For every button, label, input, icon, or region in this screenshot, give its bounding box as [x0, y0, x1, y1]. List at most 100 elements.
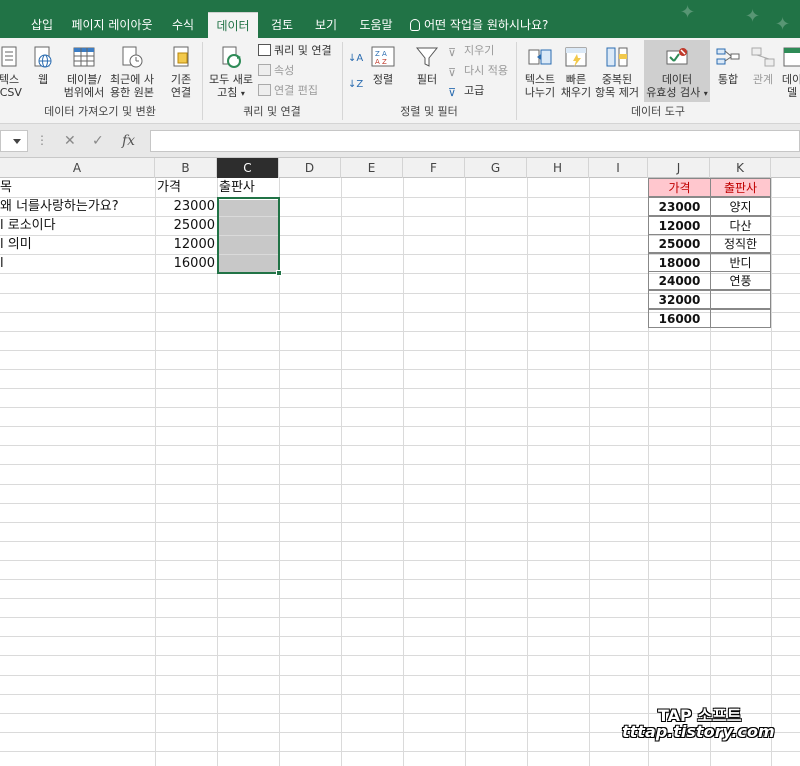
cell-b2[interactable]: 23000 — [155, 197, 217, 216]
cell-c1[interactable]: 출판사 — [219, 178, 279, 197]
cell-b3[interactable]: 25000 — [155, 216, 217, 235]
recent-sources-button[interactable]: 최근에 사 용한 원본 — [108, 44, 156, 99]
column-header-a[interactable]: A — [0, 158, 155, 178]
formula-input[interactable] — [150, 130, 800, 152]
lookup-header-price[interactable]: 가격 — [648, 178, 711, 197]
cell-b1[interactable]: 가격 — [157, 178, 217, 197]
consolidate-button[interactable]: 통합 — [712, 44, 744, 86]
clear-filter-button[interactable]: ⊽ 지우기 — [448, 42, 494, 60]
from-text-label-1: 텍스 — [0, 73, 20, 86]
recent-sources-label-2: 용한 원본 — [110, 86, 154, 99]
tab-help[interactable]: 도움말 — [352, 12, 400, 38]
cell-a2[interactable]: 왜 너를사랑하는가요? — [0, 197, 155, 216]
sort-az-button[interactable]: ↓A — [348, 50, 363, 68]
lookup-price-cell[interactable]: 23000 — [648, 197, 711, 216]
gridline-horizontal — [0, 636, 800, 637]
lookup-price-cell[interactable]: 16000 — [648, 309, 711, 328]
cell-a4[interactable]: l 의미 — [0, 235, 155, 254]
existing-connections-button[interactable]: 기존 연결 — [164, 44, 198, 99]
gridline-horizontal — [0, 369, 800, 370]
edit-links-button[interactable]: 연결 편집 — [258, 82, 318, 100]
column-header-g[interactable]: G — [465, 158, 527, 178]
selection-range[interactable] — [217, 197, 282, 276]
worksheet-grid[interactable]: 목 가격 출판사 왜 너를사랑하는가요? 23000 l 로소이다 25000 … — [0, 178, 800, 766]
data-validation-label-2: 유효성 검사 — [646, 86, 701, 99]
tell-me-box[interactable]: 어떤 작업을 원하시나요? — [410, 14, 548, 36]
reapply-button[interactable]: ⊽ 다시 적용 — [448, 62, 508, 80]
tab-formulas[interactable]: 수식 — [162, 12, 204, 38]
from-web-button[interactable]: 웹 — [28, 44, 58, 86]
tab-view[interactable]: 보기 — [306, 12, 346, 38]
insert-function-icon[interactable]: fx — [122, 133, 135, 149]
lookup-publisher-cell[interactable]: 반디 — [710, 253, 771, 272]
ribbon-separator — [202, 42, 203, 120]
gridline-horizontal — [0, 598, 800, 599]
enter-icon[interactable]: ✓ — [92, 133, 104, 149]
gridline-horizontal — [0, 350, 800, 351]
ribbon-tab-bar: ✦ ✦ ✦ 삽입 페이지 레이아웃 수식 데이터 검토 보기 도움말 어떤 작업… — [0, 0, 800, 38]
lookup-price-cell[interactable]: 18000 — [648, 253, 711, 272]
tab-data[interactable]: 데이터 — [208, 12, 258, 38]
tab-page-layout[interactable]: 페이지 레이아웃 — [68, 12, 156, 38]
gridline-horizontal — [0, 694, 800, 695]
lookup-publisher-cell[interactable]: 다산 — [710, 216, 771, 235]
column-header-i[interactable]: I — [589, 158, 648, 178]
refresh-all-button[interactable]: 모두 새로 고침 ▾ — [206, 44, 256, 100]
lookup-price-cell[interactable]: 12000 — [648, 216, 711, 235]
queries-connections-button[interactable]: 쿼리 및 연결 — [258, 42, 332, 60]
group-label-queries: 쿼리 및 연결 — [243, 105, 301, 118]
cell-b5[interactable]: 16000 — [155, 254, 217, 273]
properties-button[interactable]: 속성 — [258, 62, 294, 80]
lookup-price-cell[interactable]: 25000 — [648, 234, 711, 253]
text-to-columns-button[interactable]: 텍스트 나누기 — [520, 44, 560, 99]
edit-links-label: 연결 편집 — [274, 84, 318, 97]
lookup-publisher-cell[interactable]: 정직한 — [710, 234, 771, 253]
lookup-publisher-cell[interactable]: 연풍 — [710, 271, 771, 290]
cell-a5[interactable]: l — [0, 254, 155, 273]
advanced-filter-button[interactable]: ⊽ 고급 — [448, 82, 484, 100]
lookup-publisher-cell[interactable] — [710, 309, 771, 328]
column-header-k[interactable]: K — [710, 158, 771, 178]
existing-connections-label-1: 기존 — [170, 73, 192, 86]
ribbon-separator — [342, 42, 343, 120]
sort-za-button[interactable]: ↓Z — [348, 76, 363, 94]
column-header-e[interactable]: E — [341, 158, 403, 178]
flash-fill-button[interactable]: 빠른 채우기 — [560, 44, 592, 99]
cell-a1[interactable]: 목 — [0, 178, 155, 197]
column-header-h[interactable]: H — [527, 158, 589, 178]
from-table-range-button[interactable]: 테이블/ 범위에서 — [62, 44, 106, 99]
column-header-f[interactable]: F — [403, 158, 465, 178]
filter-button[interactable]: 필터 — [410, 44, 444, 86]
lookup-price-cell[interactable]: 32000 — [648, 290, 711, 309]
ribbon-data: 텍스 /CSV 웹 테이블/ 범위에서 최근에 사 용한 원본 기존 연결 데이… — [0, 38, 800, 124]
tab-review[interactable]: 검토 — [262, 12, 302, 38]
column-header-d[interactable]: D — [279, 158, 341, 178]
fill-handle[interactable] — [276, 270, 282, 276]
lookup-publisher-cell[interactable] — [710, 290, 771, 309]
data-model-button[interactable]: 데이 델 — [780, 44, 800, 99]
relationships-label: 관계 — [752, 73, 774, 86]
filter-label: 필터 — [416, 73, 438, 86]
column-header-j[interactable]: J — [648, 158, 710, 178]
lookup-header-publisher[interactable]: 출판사 — [710, 178, 771, 197]
relationships-button[interactable]: 관계 — [746, 44, 780, 86]
cell-b4[interactable]: 12000 — [155, 235, 217, 254]
lookup-publisher-cell[interactable]: 양지 — [710, 197, 771, 216]
sort-button[interactable]: Z AA Z 정렬 — [366, 44, 400, 86]
cancel-icon[interactable]: ✕ — [64, 133, 76, 149]
lookup-price-cell[interactable]: 24000 — [648, 271, 711, 290]
column-header-b[interactable]: B — [155, 158, 217, 178]
from-text-csv-button[interactable]: 텍스 /CSV — [0, 44, 26, 99]
refresh-icon — [222, 46, 241, 68]
tab-insert[interactable]: 삽입 — [22, 12, 62, 38]
refresh-all-label-2: 고침 — [217, 86, 238, 99]
name-box-dropdown-icon[interactable] — [13, 139, 21, 144]
gridline-horizontal — [0, 331, 800, 332]
more-options-icon[interactable]: ⋮ — [36, 133, 48, 147]
remove-duplicates-button[interactable]: 중복된 항목 제거 — [592, 44, 642, 99]
name-box[interactable] — [0, 130, 28, 152]
cell-a3[interactable]: l 로소이다 — [0, 216, 155, 235]
data-validation-button[interactable]: 데이터 유효성 검사 ▾ — [644, 40, 710, 102]
column-header-c[interactable]: C — [217, 158, 279, 178]
formula-bar: ⋮ ✕ ✓ fx — [0, 124, 800, 158]
